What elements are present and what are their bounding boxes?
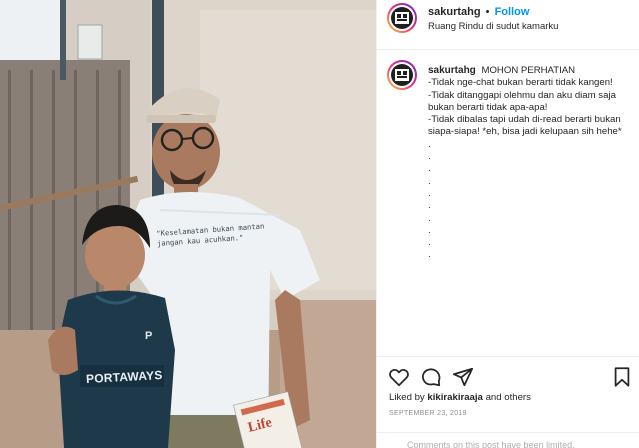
profile-logo-icon <box>391 7 413 29</box>
caption-line: -Tidak dibalas tapi udah di-read berarti… <box>428 114 622 138</box>
caption-dot: . <box>428 200 431 212</box>
avatar[interactable] <box>387 3 417 33</box>
follow-button[interactable]: Follow <box>495 6 530 18</box>
caption-dot: . <box>428 163 431 175</box>
post-caption: sakurtahg MOHON PERHATIAN -Tidak nge-cha… <box>428 65 628 262</box>
caption-avatar[interactable] <box>387 60 417 90</box>
post-location[interactable]: Ruang Rindu di sudut kamarku <box>428 21 558 32</box>
liked-by-user[interactable]: kikirakiraaja <box>427 392 482 403</box>
likes-prefix: Liked by <box>389 392 425 403</box>
bookmark-icon[interactable] <box>611 366 633 388</box>
caption-line: MOHON PERHATIAN <box>481 65 576 76</box>
caption-username[interactable]: sakurtahg <box>428 65 476 76</box>
post-username[interactable]: sakurtahg <box>428 6 481 18</box>
post-header: sakurtahg • Follow Ruang Rindu di sudut … <box>377 0 639 50</box>
comments-limited-text: Comments on this post have been limited. <box>407 440 575 448</box>
share-icon[interactable] <box>452 366 474 388</box>
profile-logo-icon <box>391 64 413 86</box>
heart-icon[interactable] <box>388 366 410 388</box>
caption-dot: . <box>428 249 431 261</box>
likes-summary: Liked by kikirakiraaja and others <box>389 392 531 403</box>
caption-dot: . <box>428 151 431 163</box>
separator-dot: • <box>485 6 490 18</box>
caption-dot: . <box>428 138 431 150</box>
post-details-panel: sakurtahg • Follow Ruang Rindu di sudut … <box>376 0 639 448</box>
comment-icon[interactable] <box>420 366 442 388</box>
action-bar <box>377 356 639 396</box>
caption-line: -Tidak ditanggapi olehmu dan aku diam sa… <box>428 89 616 113</box>
caption-dot: . <box>428 237 431 249</box>
post-date[interactable]: SEPTEMBER 23, 2019 <box>389 410 467 417</box>
caption-dot: . <box>428 212 431 224</box>
caption-dot: . <box>428 224 431 236</box>
jersey-badge-text: P <box>145 330 153 342</box>
caption-dot: . <box>428 175 431 187</box>
caption-area: sakurtahg MOHON PERHATIAN -Tidak nge-cha… <box>377 51 639 356</box>
photo-illustration <box>0 0 376 448</box>
likes-suffix[interactable]: and others <box>486 392 531 403</box>
post-photo[interactable]: "Keselamatan bukan mantan jangan kau acu… <box>0 0 376 448</box>
comments-footer: Comments on this post have been limited. <box>377 432 639 448</box>
caption-line: -Tidak nge-chat bukan berarti tidak kang… <box>428 77 613 89</box>
caption-dot: . <box>428 187 431 199</box>
